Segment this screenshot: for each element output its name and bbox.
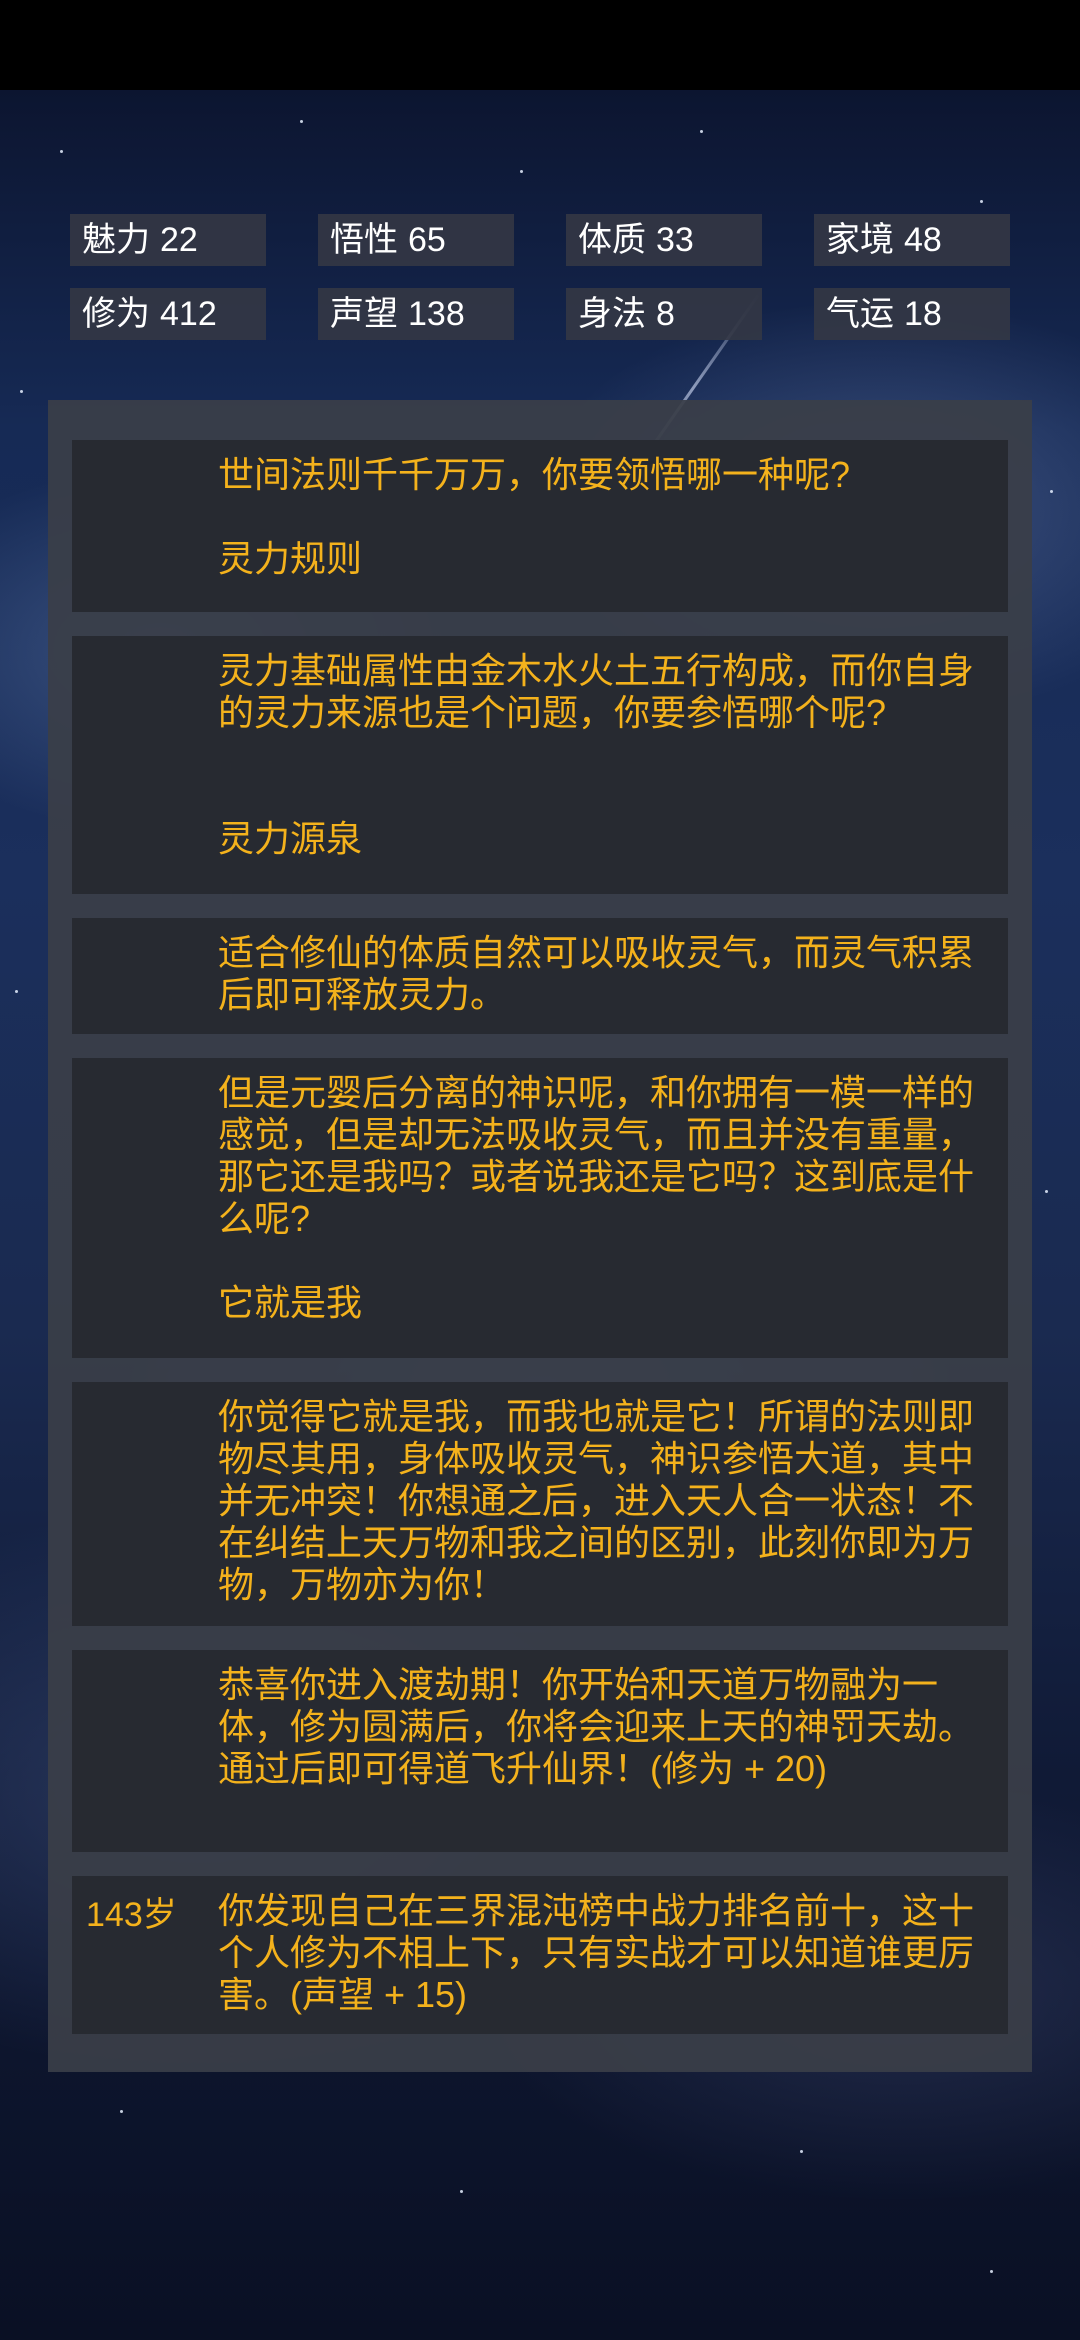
- stat-reputation: 声望 138: [318, 288, 514, 340]
- star: [990, 2270, 993, 2273]
- event-entry: 灵力基础属性由金木水火土五行构成，而你自身的灵力来源也是个问题，你要参悟哪个呢?…: [72, 636, 1008, 894]
- event-text: 世间法则千千万万，你要领悟哪一种呢?: [218, 454, 851, 495]
- event-text: 但是元婴后分离的神识呢，和你拥有一模一样的感觉，但是却无法吸收灵气，而且并没有重…: [218, 1072, 975, 1239]
- attribute-stats-grid: 魅力 22 悟性 65 体质 33 家境 48 修为 412 声望 138 身法 8 气运 18: [0, 0, 1080, 360]
- event-text: 你觉得它就是我，而我也就是它！所谓的法则即物尽其用，身体吸收灵气，神识参悟大道，…: [218, 1396, 975, 1605]
- stat-charm: 魅力 22: [70, 214, 266, 266]
- stat-agility: 身法 8: [566, 288, 762, 340]
- event-choice: 它就是我: [218, 1282, 363, 1323]
- stat-cultivation: 修为 412: [70, 288, 266, 340]
- event-entry: 你觉得它就是我，而我也就是它！所谓的法则即物尽其用，身体吸收灵气，神识参悟大道，…: [72, 1382, 1008, 1626]
- event-text: 适合修仙的体质自然可以吸收灵气，而灵气积累后即可释放灵力。: [218, 932, 975, 1015]
- event-choice: 灵力规则: [218, 538, 363, 579]
- event-choice: 灵力源泉: [218, 818, 363, 859]
- star: [1045, 1190, 1048, 1193]
- event-text: 你发现自己在三界混沌榜中战力排名前十，这十个人修为不相上下，只有实战才可以知道谁…: [218, 1890, 975, 2015]
- event-text: 恭喜你进入渡劫期！你开始和天道万物融为一体，修为圆满后，你将会迎来上天的神罚天劫…: [218, 1664, 975, 1789]
- stat-comprehension: 悟性 65: [318, 214, 514, 266]
- event-entry: 世间法则千千万万，你要领悟哪一种呢? 灵力规则: [72, 440, 1008, 612]
- event-entry: 恭喜你进入渡劫期！你开始和天道万物融为一体，修为圆满后，你将会迎来上天的神罚天劫…: [72, 1650, 1008, 1852]
- stat-luck: 气运 18: [814, 288, 1010, 340]
- event-text: 灵力基础属性由金木水火土五行构成，而你自身的灵力来源也是个问题，你要参悟哪个呢?: [218, 650, 975, 733]
- star: [20, 390, 23, 393]
- star: [15, 990, 18, 993]
- stat-family: 家境 48: [814, 214, 1010, 266]
- star: [460, 2190, 463, 2193]
- star: [1050, 490, 1053, 493]
- star: [800, 2150, 803, 2153]
- event-entry: 143岁 你发现自己在三界混沌榜中战力排名前十，这十个人修为不相上下，只有实战才…: [72, 1876, 1008, 2034]
- event-entry: 但是元婴后分离的神识呢，和你拥有一模一样的感觉，但是却无法吸收灵气，而且并没有重…: [72, 1058, 1008, 1358]
- event-age: 143岁: [86, 1896, 177, 1934]
- event-log-panel[interactable]: 世间法则千千万万，你要领悟哪一种呢? 灵力规则 灵力基础属性由金木水火土五行构成…: [48, 400, 1032, 2072]
- star: [120, 2110, 123, 2113]
- event-entry: 适合修仙的体质自然可以吸收灵气，而灵气积累后即可释放灵力。: [72, 918, 1008, 1034]
- stat-constitution: 体质 33: [566, 214, 762, 266]
